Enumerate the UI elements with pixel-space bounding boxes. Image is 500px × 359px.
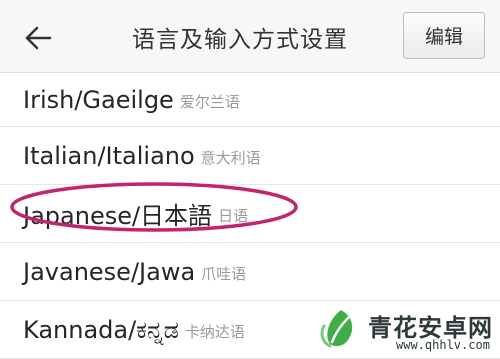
language-name: Kannada/ಕನ್ನಡ (23, 315, 179, 344)
language-name: Italian/Italiano (23, 141, 195, 170)
page-title: 语言及输入方式设置 (132, 27, 348, 53)
language-chinese-name: 爪哇语 (201, 265, 247, 283)
top-bar: 语言及输入方式设置 编辑 (0, 0, 500, 73)
watermark-url: www.qhhlv.com (396, 338, 490, 352)
language-chinese-name: 日语 (218, 207, 249, 225)
arrow-left-icon (25, 26, 52, 50)
language-name: Javanese/Jawa (23, 257, 196, 286)
language-name: Irish/Gaeilge (23, 85, 174, 114)
green-leaf-logo-icon (320, 310, 353, 348)
language-item-javanese[interactable]: Javanese/Jawa 爪哇语 (0, 243, 500, 301)
language-chinese-name: 意大利语 (200, 149, 261, 167)
language-chinese-name: 爱尔兰语 (179, 93, 240, 111)
language-chinese-name: 卡纳达语 (184, 323, 245, 341)
watermark: 青花安卓网 www.qhhlv.com (316, 300, 500, 357)
language-name: Japanese/日本語 (23, 202, 213, 230)
language-item-irish[interactable]: Irish/Gaeilge 爱尔兰语 (0, 73, 500, 127)
language-item-italian[interactable]: Italian/Italiano 意大利语 (0, 127, 500, 185)
language-item-japanese[interactable]: Japanese/日本語 日语 (0, 182, 500, 243)
back-button[interactable] (18, 18, 58, 58)
edit-button[interactable]: 编辑 (403, 12, 485, 59)
